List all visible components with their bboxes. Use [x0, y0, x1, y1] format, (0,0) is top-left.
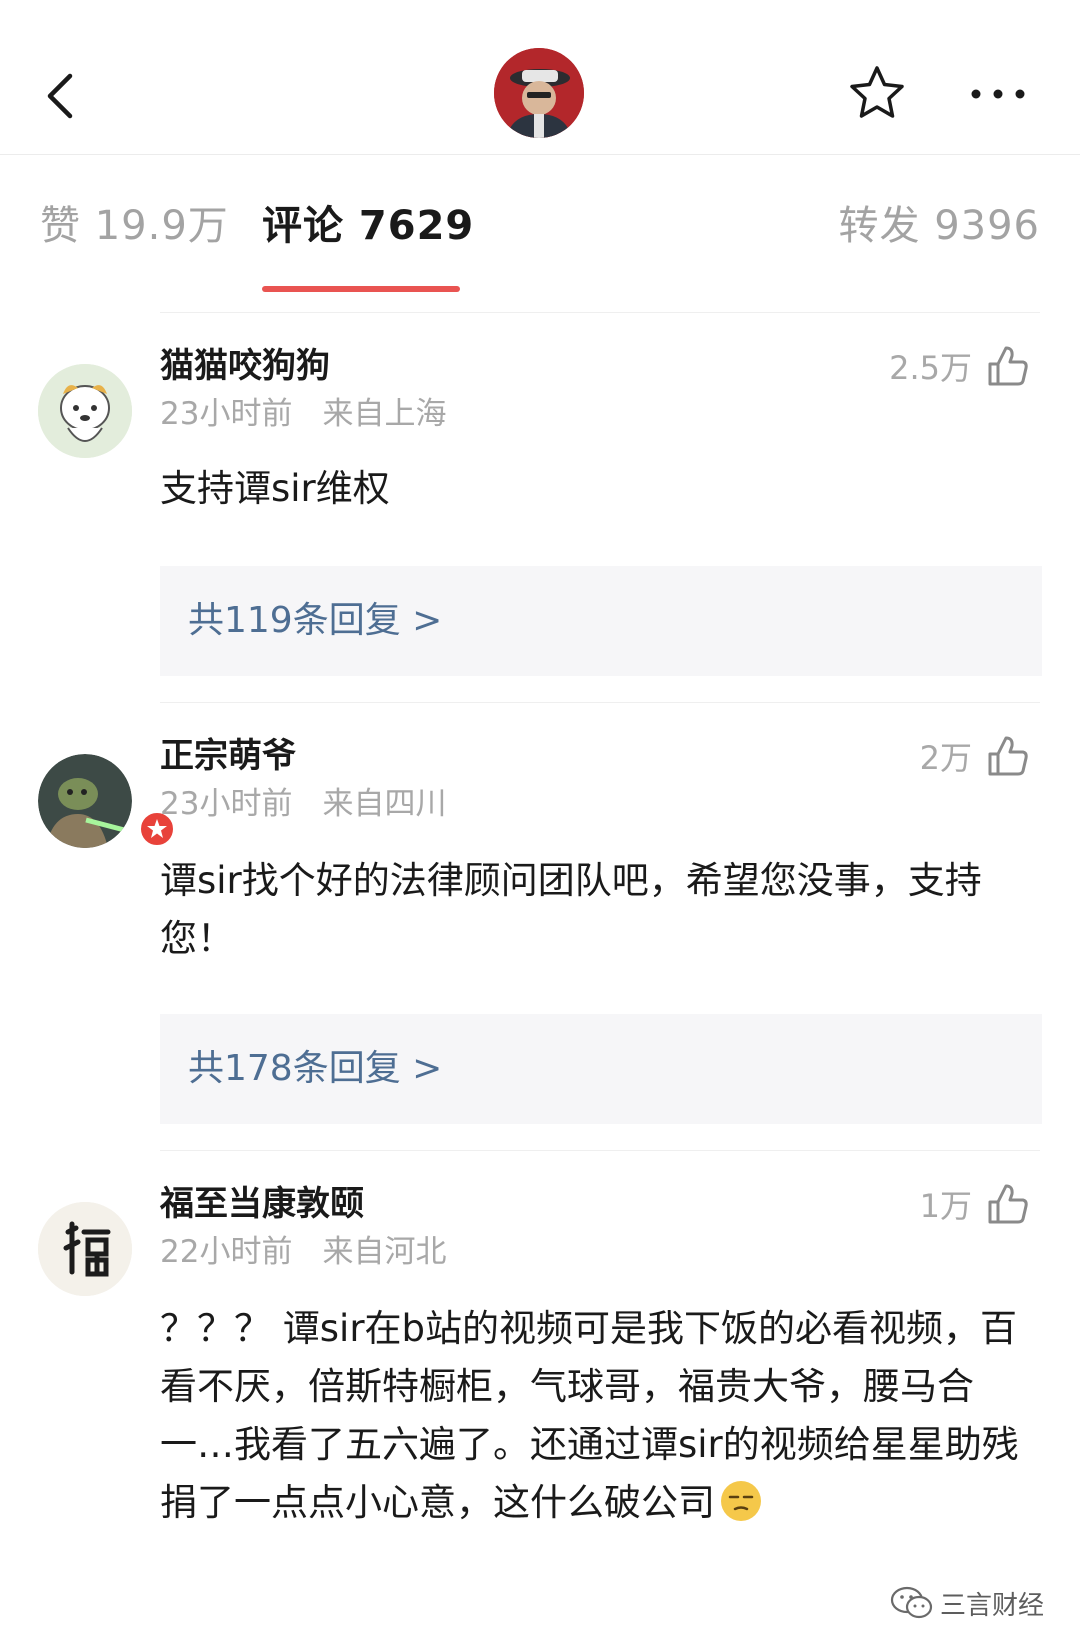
emoji-icon	[721, 1481, 761, 1521]
avatar[interactable]	[38, 754, 176, 848]
top-bar	[0, 0, 1080, 155]
tab-comments[interactable]: 评论 7629	[262, 198, 474, 254]
comment-text: ？？？ 谭sir在b站的视频可是我下饭的必看视频，百看不厌，倍斯特橱柜，气球哥，…	[160, 1300, 1030, 1532]
like-count: 2万	[919, 739, 972, 777]
comment-item: 正宗萌爷 23小时前 来自四川 2万 谭sir找个好的法律顾问团队吧，希望您没事，…	[0, 702, 1080, 1150]
author-avatar[interactable]	[494, 48, 584, 138]
star-icon[interactable]	[848, 64, 906, 122]
like-count: 1万	[919, 1187, 972, 1225]
more-icon[interactable]	[968, 82, 1032, 106]
avatar[interactable]	[38, 364, 132, 458]
comment-item: 猫猫咬狗狗 23小时前 来自上海 2.5万 支持谭sir维权 共119条回复 >	[0, 312, 1080, 702]
comment-time: 23小时前	[160, 786, 293, 822]
comment-username[interactable]: 正宗萌爷	[160, 734, 296, 778]
comment-item: 福至当康敦颐 22小时前 来自河北 1万 ？？？ 谭sir在b站的视频可是我下饭的…	[0, 1150, 1080, 1648]
watermark: 三言财经	[890, 1578, 1044, 1628]
comment-username[interactable]: 福至当康敦颐	[160, 1182, 364, 1226]
wechat-icon	[890, 1586, 933, 1619]
view-replies-link[interactable]: 共119条回复 >	[188, 598, 442, 644]
comment-location: 来自四川	[322, 786, 447, 822]
comment-location: 来自河北	[322, 1234, 447, 1270]
thumb-up-icon[interactable]	[986, 734, 1030, 778]
comment-meta: 22小时前 来自河北	[160, 1232, 446, 1272]
thumb-up-icon[interactable]	[986, 1182, 1030, 1226]
comment-meta: 23小时前 来自上海	[160, 394, 446, 434]
comment-text: 支持谭sir维权	[160, 467, 390, 510]
reply-box[interactable]: 共178条回复 >	[160, 1014, 1042, 1124]
view-replies-link[interactable]: 共178条回复 >	[188, 1046, 442, 1092]
tab-likes[interactable]: 赞 19.9万	[40, 198, 229, 254]
comment-time: 22小时前	[160, 1234, 293, 1270]
tab-forwards[interactable]: 转发 9396	[838, 198, 1040, 254]
reply-box[interactable]: 共119条回复 >	[160, 566, 1042, 676]
back-arrow-icon[interactable]	[40, 70, 84, 122]
comment-meta: 23小时前 来自四川	[160, 784, 446, 824]
comment-username[interactable]: 猫猫咬狗狗	[160, 344, 330, 388]
thumb-up-icon[interactable]	[986, 344, 1030, 388]
comment-time: 23小时前	[160, 396, 293, 432]
like-count: 2.5万	[889, 349, 972, 387]
active-tab-indicator	[262, 286, 460, 292]
comment-location: 来自上海	[322, 396, 447, 432]
avatar[interactable]	[38, 1202, 132, 1296]
tab-bar: 赞 19.9万 评论 7629 转发 9396	[0, 154, 1080, 302]
comment-text: 谭sir找个好的法律顾问团队吧，希望您没事，支持您！	[160, 859, 982, 960]
comment-text-body: ？？？ 谭sir在b站的视频可是我下饭的必看视频，百看不厌，倍斯特橱柜，气球哥，…	[160, 1307, 1019, 1524]
watermark-text: 三言财经	[939, 1590, 1044, 1621]
